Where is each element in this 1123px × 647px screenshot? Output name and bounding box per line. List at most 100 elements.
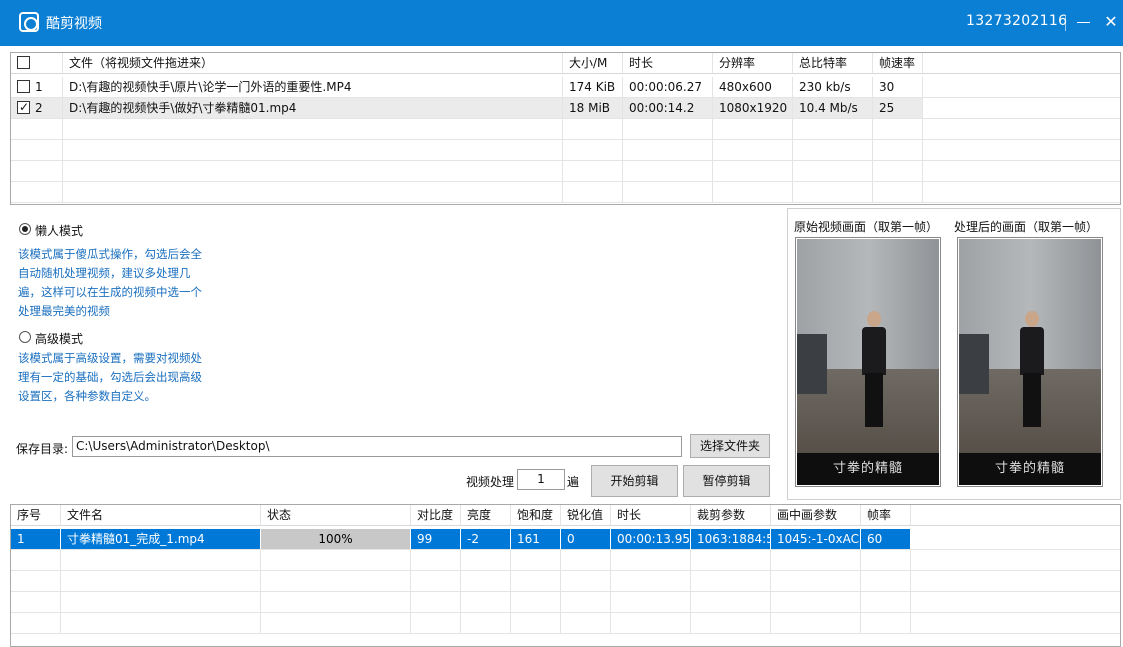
minimize-icon[interactable] xyxy=(1077,12,1091,32)
titlebar-separator xyxy=(1065,15,1066,31)
empty-row xyxy=(11,182,1120,203)
advanced-desc-line: 该模式属于高级设置，需要对视频处 xyxy=(18,351,202,365)
close-icon[interactable]: ✕ xyxy=(1104,12,1118,32)
row-file: D:\有趣的视频快手\原片\论学一门外语的重要性.MP4 xyxy=(63,77,563,98)
person-figure xyxy=(861,311,887,431)
file-table-header: 文件（将视频文件拖进来） 大小/M 时长 分辨率 总比特率 帧速率 xyxy=(11,53,1120,74)
header-duration[interactable]: 时长 xyxy=(623,53,713,74)
processed-frame-image: 寸拳的精髓 xyxy=(957,237,1103,487)
result-contrast: 99 xyxy=(411,529,461,550)
advanced-mode-label[interactable]: 高级模式 xyxy=(35,330,83,347)
process-times-suffix: 遍 xyxy=(567,475,580,489)
file-table: 文件（将视频文件拖进来） 大小/M 时长 分辨率 总比特率 帧速率 1 D:\有… xyxy=(10,52,1121,205)
header-brightness[interactable]: 亮度 xyxy=(461,505,511,526)
result-duration: 00:00:13.955 xyxy=(611,529,691,550)
header-fps[interactable]: 帧速率 xyxy=(873,53,923,74)
row-index: 1 xyxy=(35,80,43,94)
header-bitrate[interactable]: 总比特率 xyxy=(793,53,873,74)
header-file[interactable]: 文件（将视频文件拖进来） xyxy=(63,53,563,74)
pause-edit-button[interactable]: 暂停剪辑 xyxy=(683,465,770,497)
row-bitrate: 10.4 Mb/s xyxy=(793,98,873,119)
header-status[interactable]: 状态 xyxy=(261,505,411,526)
advanced-desc-line: 设置区，各种参数自定义。 xyxy=(18,389,156,403)
row-duration: 00:00:06.27 xyxy=(623,77,713,98)
choose-folder-button[interactable]: 选择文件夹 xyxy=(690,434,770,458)
header-saturation[interactable]: 饱和度 xyxy=(511,505,561,526)
row-checkbox-checked[interactable] xyxy=(17,98,30,116)
preview-panel: 原始视频画面（取第一帧） 处理后的画面（取第一帧） 寸拳的精髓 寸拳的精髓 xyxy=(787,208,1121,500)
header-duration[interactable]: 时长 xyxy=(611,505,691,526)
result-row-selected[interactable]: 1 寸拳精髓01_完成_1.mp4 100% 99 -2 161 0 00:00… xyxy=(11,529,1120,550)
header-contrast[interactable]: 对比度 xyxy=(411,505,461,526)
advanced-mode-radio[interactable] xyxy=(19,331,31,343)
lazy-desc-line: 处理最完美的视频 xyxy=(18,304,110,318)
row-resolution: 1080x1920 xyxy=(713,98,793,119)
save-dir-input[interactable]: C:\Users\Administrator\Desktop\ xyxy=(72,436,682,457)
header-filename[interactable]: 文件名 xyxy=(61,505,261,526)
result-index: 1 xyxy=(11,529,61,550)
lazy-mode-label[interactable]: 懒人模式 xyxy=(35,222,83,239)
result-filename: 寸拳精髓01_完成_1.mp4 xyxy=(61,529,261,550)
table-row[interactable]: 1 D:\有趣的视频快手\原片\论学一门外语的重要性.MP4 174 KiB 0… xyxy=(11,77,1120,98)
result-fps: 60 xyxy=(861,529,911,550)
app-icon xyxy=(19,12,39,32)
result-table: 序号 文件名 状态 对比度 亮度 饱和度 锐化值 时长 裁剪参数 画中画参数 帧… xyxy=(10,504,1121,647)
result-table-header: 序号 文件名 状态 对比度 亮度 饱和度 锐化值 时长 裁剪参数 画中画参数 帧… xyxy=(11,505,1120,526)
header-sharpen[interactable]: 锐化值 xyxy=(561,505,611,526)
person-figure xyxy=(1019,311,1045,431)
lazy-mode-description: 该模式属于傻瓜式操作，勾选后会全 自动随机处理视频，建议多处理几 遍，这样可以在… xyxy=(18,245,218,321)
row-checkbox[interactable] xyxy=(17,80,30,93)
row-resolution: 480x600 xyxy=(713,77,793,98)
header-select-all[interactable] xyxy=(11,53,63,74)
empty-row xyxy=(11,140,1120,161)
lazy-desc-line: 遍，这样可以在生成的视频中选一个 xyxy=(18,285,202,299)
row-fps: 30 xyxy=(873,77,923,98)
header-crop[interactable]: 裁剪参数 xyxy=(691,505,771,526)
row-size: 18 MiB xyxy=(563,98,623,119)
select-all-checkbox[interactable] xyxy=(17,56,30,69)
process-times-input[interactable]: 1 xyxy=(517,469,565,490)
empty-row xyxy=(11,571,1120,592)
phone-number: 13273202116 xyxy=(966,13,1068,29)
empty-row xyxy=(11,592,1120,613)
video-caption: 寸拳的精髓 xyxy=(797,453,939,485)
row-select[interactable]: 2 xyxy=(11,98,63,119)
result-brightness: -2 xyxy=(461,529,511,550)
start-edit-button[interactable]: 开始剪辑 xyxy=(591,465,678,497)
header-filler xyxy=(923,53,1120,74)
result-pip: 1045:-1-0xACEE xyxy=(771,529,861,550)
advanced-desc-line: 理有一定的基础，勾选后会出现高级 xyxy=(18,370,202,384)
table-row[interactable]: 2 D:\有趣的视频快手\做好\寸拳精髓01.mp4 18 MiB 00:00:… xyxy=(11,98,1120,119)
result-status-progress: 100% xyxy=(261,529,411,550)
empty-row xyxy=(11,119,1120,140)
row-select[interactable]: 1 xyxy=(11,77,63,98)
row-filler xyxy=(923,98,1120,119)
header-fps[interactable]: 帧率 xyxy=(861,505,911,526)
row-size: 174 KiB xyxy=(563,77,623,98)
result-filler xyxy=(911,529,1120,550)
result-crop: 1063:1884:5:1 xyxy=(691,529,771,550)
result-saturation: 161 xyxy=(511,529,561,550)
row-index: 2 xyxy=(35,101,43,115)
row-file: D:\有趣的视频快手\做好\寸拳精髓01.mp4 xyxy=(63,98,563,119)
header-resolution[interactable]: 分辨率 xyxy=(713,53,793,74)
empty-row xyxy=(11,613,1120,634)
window-title: 酷剪视频 xyxy=(46,16,102,32)
lazy-mode-radio[interactable] xyxy=(19,223,31,235)
header-index[interactable]: 序号 xyxy=(11,505,61,526)
save-dir-label: 保存目录: xyxy=(16,442,69,456)
lazy-desc-line: 自动随机处理视频，建议多处理几 xyxy=(18,266,191,280)
header-pip[interactable]: 画中画参数 xyxy=(771,505,861,526)
advanced-mode-description: 该模式属于高级设置，需要对视频处 理有一定的基础，勾选后会出现高级 设置区，各种… xyxy=(18,349,218,406)
processed-frame-label: 处理后的画面（取第一帧） xyxy=(954,220,1099,234)
result-sharpen: 0 xyxy=(561,529,611,550)
title-bar: 酷剪视频 13273202116 ✕ xyxy=(0,0,1123,46)
empty-row xyxy=(11,161,1120,182)
process-times-label: 视频处理 xyxy=(466,475,515,489)
original-frame-label: 原始视频画面（取第一帧） xyxy=(794,220,939,234)
row-fps: 25 xyxy=(873,98,923,119)
header-size[interactable]: 大小/M xyxy=(563,53,623,74)
row-bitrate: 230 kb/s xyxy=(793,77,873,98)
row-filler xyxy=(923,77,1120,98)
row-duration: 00:00:14.2 xyxy=(623,98,713,119)
